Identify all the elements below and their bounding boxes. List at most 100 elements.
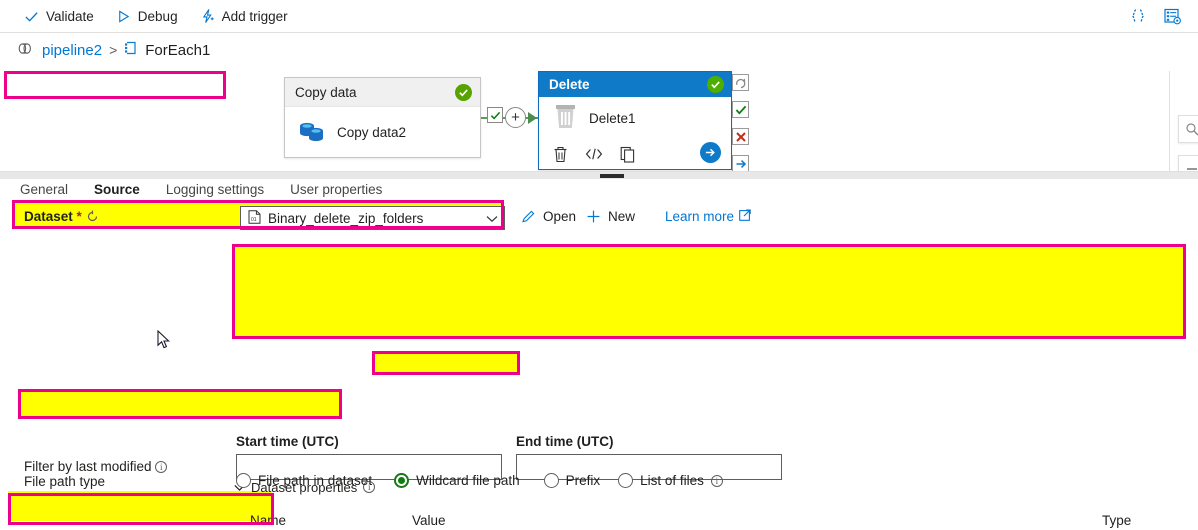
zoom-out-icon[interactable]: [1178, 155, 1198, 172]
highlight-fill-recursively: [8, 491, 272, 521]
file-path-type-row: File path type File path in dataset Wild…: [0, 471, 1198, 495]
connector-success-check-icon[interactable]: [487, 107, 503, 123]
radio-list-of-files[interactable]: List of files i: [618, 473, 723, 488]
check-icon: [24, 9, 39, 24]
column-header-name: Name: [250, 513, 287, 528]
delete-activity-header: Delete: [539, 72, 731, 97]
dataset-row: Dataset * 01 Binary_delete_zip_folders O…: [0, 206, 1198, 232]
source-settings-form: Dataset * 01 Binary_delete_zip_folders O…: [0, 200, 1198, 530]
debug-button[interactable]: Debug: [106, 3, 188, 29]
clone-icon[interactable]: [620, 146, 636, 163]
required-asterisk: *: [76, 209, 82, 224]
pipeline-icon: [18, 42, 35, 59]
foreach-icon: [124, 41, 138, 59]
svg-text:01: 01: [251, 217, 257, 223]
radio-label: File path in dataset: [258, 473, 373, 488]
zoom-fit-icon[interactable]: [1178, 115, 1198, 143]
canvas-zoom-tools: [1178, 115, 1198, 172]
radio-file-path-in-dataset[interactable]: File path in dataset: [236, 473, 372, 488]
dataset-select[interactable]: 01 Binary_delete_zip_folders: [240, 206, 505, 230]
dataset-file-icon: 01: [248, 209, 261, 227]
play-icon: [116, 9, 131, 24]
delete-activity-toolbar: [539, 139, 731, 169]
refresh-icon[interactable]: [86, 210, 99, 226]
completion-arrow-icon[interactable]: [732, 155, 749, 172]
trash-icon: [553, 103, 578, 133]
green-check-badge: [707, 76, 724, 93]
open-dataset-button[interactable]: Open: [521, 209, 576, 224]
radio-prefix[interactable]: Prefix: [543, 473, 601, 488]
command-bar-right: [1126, 4, 1198, 28]
learn-more-label: Learn more: [665, 209, 735, 224]
copy-activity-body: Copy data2: [285, 107, 480, 157]
connector-arrowhead: [528, 112, 537, 124]
column-header-value: Value: [412, 513, 446, 528]
chevron-down-icon: [486, 211, 498, 226]
end-time-label: End time (UTC): [516, 434, 614, 449]
copy-activity-type-label: Copy data: [295, 84, 357, 100]
pipeline-canvas[interactable]: Copy data Copy data2 + Delete Delete1: [0, 71, 1198, 172]
filter-time-labels-row: Start time (UTC) End time (UTC): [0, 434, 1198, 450]
code-icon[interactable]: [585, 147, 603, 161]
learn-more-link[interactable]: Learn more: [665, 209, 751, 224]
activity-node-delete[interactable]: Delete Delete1: [538, 71, 732, 170]
radio-label: Wildcard file path: [416, 473, 520, 488]
add-trigger-label: Add trigger: [221, 8, 288, 24]
command-bar-left: Validate Debug Add trigger: [0, 3, 298, 29]
radio-dot: [618, 473, 634, 488]
connector-add-activity-button[interactable]: +: [505, 107, 526, 128]
radio-dot: [543, 473, 559, 488]
success-check-icon[interactable]: [732, 101, 749, 118]
radio-dot: [236, 473, 251, 488]
column-header-type: Type: [1102, 513, 1132, 528]
activity-node-copy-data[interactable]: Copy data Copy data2: [284, 77, 481, 158]
dataset-label: Dataset: [24, 209, 73, 224]
radio-label: Prefix: [565, 473, 601, 488]
breadcrumb-current: ForEach1: [145, 41, 211, 59]
canvas-right-edge: [1169, 71, 1170, 172]
panel-splitter-grip[interactable]: [600, 174, 624, 178]
copy-activity-header: Copy data: [285, 78, 480, 107]
breadcrumb-pipeline-link[interactable]: pipeline2: [42, 42, 102, 59]
start-time-label: Start time (UTC): [236, 434, 339, 449]
new-dataset-button[interactable]: New: [586, 209, 635, 224]
info-icon[interactable]: i: [710, 474, 723, 487]
code-braces-icon[interactable]: [1126, 4, 1150, 28]
highlight-fill-wildcard-option: [374, 353, 520, 375]
copy-data-icon: [297, 118, 327, 147]
delete-activity-body: Delete1: [539, 97, 731, 139]
green-check-badge: [455, 83, 472, 101]
command-bar: Validate Debug Add trigger: [0, 0, 1198, 33]
delete-icon[interactable]: [553, 146, 568, 163]
new-dataset-label: New: [608, 209, 636, 224]
debug-label: Debug: [137, 8, 178, 24]
external-link-icon: [739, 209, 751, 224]
delete-activity-type-label: Delete: [549, 77, 590, 92]
radio-wildcard-file-path[interactable]: Wildcard file path: [394, 473, 520, 488]
plus-icon: [586, 209, 601, 224]
pencil-icon: [521, 209, 536, 224]
file-path-type-radio-group: File path in dataset Wildcard file path …: [236, 473, 723, 488]
add-trigger-button[interactable]: Add trigger: [190, 3, 298, 29]
adf-pipeline-editor: Validate Debug Add trigger pipeline2 > F…: [0, 0, 1198, 530]
radio-label: List of files: [640, 473, 704, 488]
table-header-row: Name Value Type: [234, 504, 1186, 530]
copy-activity-name: Copy data2: [337, 124, 407, 140]
delete-activity-output-pins: [732, 74, 750, 172]
open-dataset-label: Open: [543, 209, 577, 224]
highlight-fill-dataset-properties: [232, 244, 1184, 338]
dataset-properties-table: Name Value Type folder_name @concat('mai…: [234, 504, 1186, 530]
panel-splitter[interactable]: [0, 172, 1198, 179]
retry-icon[interactable]: [732, 74, 749, 91]
radio-dot-selected: [394, 473, 410, 488]
run-arrow-icon[interactable]: [700, 142, 721, 163]
file-path-type-label: File path type: [24, 474, 106, 489]
breadcrumb-zone: pipeline2 > ForEach1: [0, 33, 1198, 99]
lightning-bolt-icon: [200, 9, 215, 24]
properties-list-icon[interactable]: [1160, 4, 1184, 28]
validate-button[interactable]: Validate: [14, 3, 104, 29]
failure-x-icon[interactable]: [732, 128, 749, 145]
breadcrumb: pipeline2 > ForEach1: [14, 39, 218, 61]
dataset-selected-value: Binary_delete_zip_folders: [268, 210, 424, 226]
breadcrumb-separator: >: [109, 42, 118, 58]
